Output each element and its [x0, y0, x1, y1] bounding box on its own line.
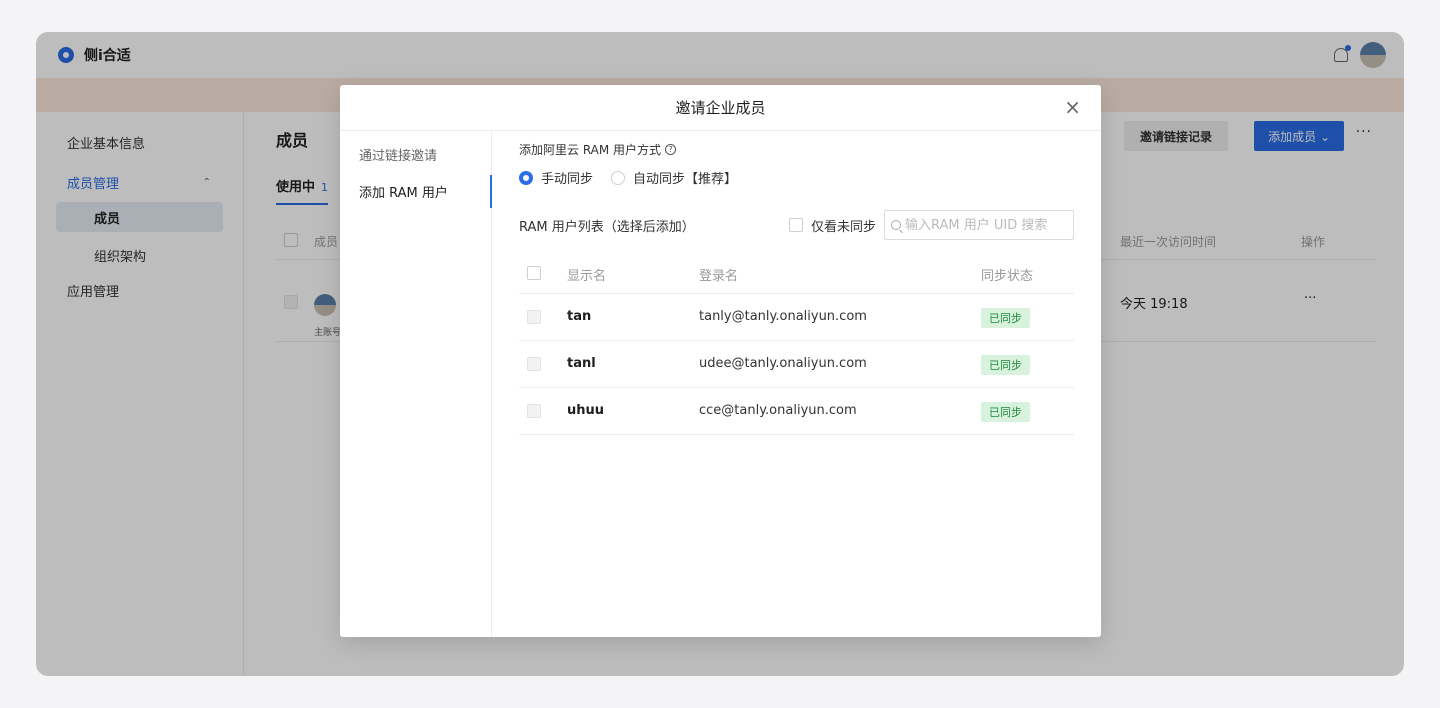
- radio-manual-sync[interactable]: 手动同步: [519, 168, 593, 187]
- radio-button-checked[interactable]: [519, 170, 533, 185]
- ram-list-label: RAM 用户列表（选择后添加）: [519, 219, 695, 235]
- status-badge: 已同步: [981, 402, 1030, 422]
- nav-add-ram-user[interactable]: 添加 RAM 用户: [340, 173, 492, 210]
- search-icon: [891, 220, 901, 230]
- only-unsynced-toggle[interactable]: 仅看未同步: [788, 216, 876, 235]
- row-checkbox: [527, 357, 541, 371]
- column-display-name: 显示名: [567, 269, 607, 284]
- ram-list-toolbar: RAM 用户列表（选择后添加） 仅看未同步: [519, 210, 1074, 240]
- search-input[interactable]: [905, 217, 1065, 233]
- invite-dialog: 邀请企业成员 × 通过链接邀请 添加 RAM 用户 添加阿里云 RAM 用户方式…: [340, 85, 1101, 637]
- dialog-title: 邀请企业成员: [675, 99, 766, 117]
- close-icon[interactable]: ×: [1064, 97, 1081, 117]
- dialog-body: 添加阿里云 RAM 用户方式 ? 手动同步 自动同步【推荐】 RAM 用户列表（…: [519, 141, 1074, 435]
- nav-label: 添加 RAM 用户: [359, 186, 448, 201]
- login-name: tanly@tanly.onaliyun.com: [699, 309, 867, 324]
- row-checkbox: [527, 310, 541, 324]
- search-box[interactable]: [884, 210, 1074, 240]
- synced-badge: 已同步: [981, 355, 1030, 375]
- only-unsynced-label: 仅看未同步: [810, 219, 876, 235]
- method-label: 添加阿里云 RAM 用户方式 ?: [519, 141, 1074, 158]
- nav-invite-by-link[interactable]: 通过链接邀请: [340, 136, 491, 173]
- dialog-nav: 通过链接邀请 添加 RAM 用户: [340, 132, 492, 637]
- nav-label: 通过链接邀请: [359, 149, 438, 164]
- help-icon[interactable]: ?: [665, 144, 677, 155]
- ram-table-header: 显示名 登录名 同步状态: [519, 250, 1074, 294]
- row-checkbox: [527, 404, 541, 418]
- dialog-header: 邀请企业成员 ×: [340, 85, 1101, 131]
- radio-button[interactable]: [611, 170, 626, 185]
- display-name: tan: [567, 309, 592, 324]
- ram-users-table: 显示名 登录名 同步状态 tan tanly@tanly.onaliyun.co…: [519, 250, 1074, 435]
- column-sync-status: 同步状态: [981, 269, 1034, 284]
- sync-method-radio-group: 手动同步 自动同步【推荐】: [519, 168, 1074, 187]
- radio-label: 自动同步【推荐】: [633, 172, 738, 187]
- column-login-name: 登录名: [699, 269, 739, 284]
- login-name: cce@tanly.onaliyun.com: [699, 403, 857, 418]
- display-name: tanl: [567, 356, 596, 371]
- select-all-checkbox[interactable]: [527, 266, 541, 280]
- synced-badge: 已同步: [981, 402, 1030, 422]
- display-name: uhuu: [567, 403, 605, 418]
- table-row: uhuu cce@tanly.onaliyun.com 已同步: [519, 388, 1074, 435]
- table-row: tanl udee@tanly.onaliyun.com 已同步: [519, 341, 1074, 388]
- only-unsynced-checkbox[interactable]: [788, 218, 803, 232]
- radio-auto-sync[interactable]: 自动同步【推荐】: [611, 168, 737, 187]
- login-name: udee@tanly.onaliyun.com: [699, 356, 867, 371]
- status-badge: 已同步: [981, 355, 1030, 375]
- table-row: tan tanly@tanly.onaliyun.com 已同步: [519, 294, 1074, 341]
- status-badge: 已同步: [981, 308, 1030, 328]
- synced-badge: 已同步: [981, 308, 1030, 328]
- method-label-text: 添加阿里云 RAM 用户方式: [519, 143, 662, 157]
- radio-label: 手动同步: [541, 172, 594, 187]
